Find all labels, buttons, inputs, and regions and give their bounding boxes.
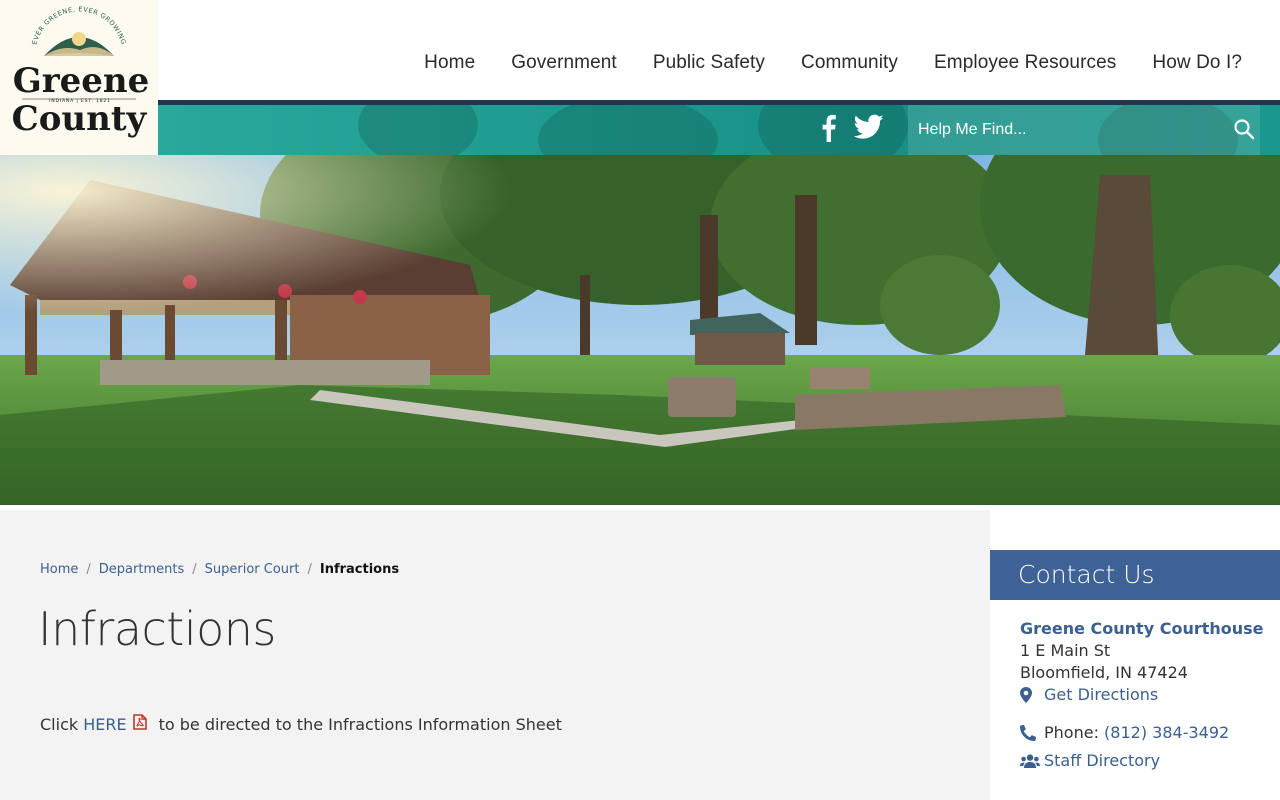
logo-name-line1: Greene bbox=[13, 61, 150, 101]
breadcrumb: Home / Departments / Superior Court / In… bbox=[40, 562, 399, 577]
main-nav: Home Government Public Safety Community … bbox=[424, 52, 1242, 74]
nav-how-do-i[interactable]: How Do I? bbox=[1152, 52, 1242, 74]
breadcrumb-separator: / bbox=[86, 562, 91, 577]
phone-icon bbox=[1020, 725, 1044, 741]
map-marker-icon bbox=[1020, 687, 1044, 703]
staff-row: Staff Directory bbox=[1020, 750, 1270, 772]
pdf-icon bbox=[132, 714, 147, 734]
logo-graphic: EVER GREENE, EVER GROWING Greene INDIANA… bbox=[12, 5, 150, 139]
breadcrumb-superior-court[interactable]: Superior Court bbox=[205, 562, 300, 577]
breadcrumb-departments[interactable]: Departments bbox=[99, 562, 184, 577]
phone-label: Phone: bbox=[1044, 723, 1099, 742]
body-prefix: Click bbox=[40, 714, 79, 734]
phone-row: Phone: (812) 384-3492 bbox=[1020, 722, 1270, 744]
breadcrumb-separator: / bbox=[192, 562, 197, 577]
search-input[interactable] bbox=[918, 117, 1218, 143]
nav-public-safety[interactable]: Public Safety bbox=[653, 52, 765, 74]
contact-org: Greene County Courthouse bbox=[1020, 619, 1264, 638]
phone-link[interactable]: (812) 384-3492 bbox=[1104, 722, 1229, 744]
contact-address-line2: Bloomfield, IN 47424 bbox=[1020, 663, 1188, 682]
breadcrumb-home[interactable]: Home bbox=[40, 562, 78, 577]
nav-government[interactable]: Government bbox=[511, 52, 617, 74]
nav-employee-resources[interactable]: Employee Resources bbox=[934, 52, 1116, 74]
twitter-icon bbox=[854, 114, 884, 139]
get-directions-link[interactable]: Get Directions bbox=[1044, 684, 1158, 706]
contact-info: Greene County Courthouse 1 E Main St Blo… bbox=[1020, 618, 1270, 772]
main-content: Home / Departments / Superior Court / In… bbox=[0, 510, 990, 800]
logo-name-line2: County bbox=[12, 99, 148, 139]
staff-directory-link[interactable]: Staff Directory bbox=[1044, 750, 1160, 772]
contact-heading: Contact Us bbox=[1018, 560, 1155, 589]
site-logo[interactable]: EVER GREENE, EVER GROWING Greene INDIANA… bbox=[0, 0, 158, 155]
hero-banner bbox=[0, 155, 1280, 505]
contact-heading-bar: Contact Us bbox=[990, 550, 1280, 600]
facebook-icon bbox=[822, 114, 836, 142]
search-button[interactable] bbox=[1232, 118, 1256, 142]
breadcrumb-separator: / bbox=[307, 562, 312, 577]
twitter-link[interactable] bbox=[854, 114, 884, 140]
search-icon bbox=[1234, 119, 1255, 140]
directions-row: Get Directions bbox=[1020, 684, 1270, 706]
infractions-sheet-link[interactable]: HERE bbox=[83, 715, 126, 734]
users-icon bbox=[1020, 754, 1044, 768]
page-title: Infractions bbox=[38, 602, 276, 656]
nav-home[interactable]: Home bbox=[424, 52, 475, 74]
contact-address-line1: 1 E Main St bbox=[1020, 641, 1111, 660]
facebook-link[interactable] bbox=[818, 114, 838, 142]
breadcrumb-current: Infractions bbox=[319, 562, 400, 577]
body-suffix: to be directed to the Infractions Inform… bbox=[158, 714, 562, 734]
search-box bbox=[908, 105, 1260, 155]
infractions-description: Click HERE to be directed to the Infract… bbox=[40, 714, 562, 734]
hero-park-image bbox=[0, 155, 1280, 505]
nav-community[interactable]: Community bbox=[801, 52, 898, 74]
